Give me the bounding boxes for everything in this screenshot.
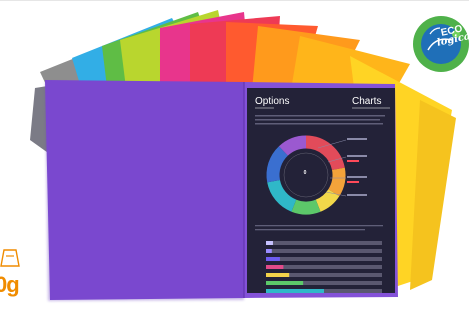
brochure-page xyxy=(247,88,395,293)
bar-fill-6 xyxy=(266,281,304,285)
bar-fill-5 xyxy=(266,273,290,277)
product-photo xyxy=(0,10,469,301)
bar-track-2 xyxy=(266,249,382,253)
top-border xyxy=(0,0,469,1)
folder-left-flap xyxy=(45,80,244,300)
bar-fill-4 xyxy=(266,265,284,269)
bar-fill-2 xyxy=(266,249,272,253)
brochure-options-heading: Options xyxy=(255,96,290,107)
bar-track-1 xyxy=(266,241,382,245)
bar-fill-1 xyxy=(266,241,273,245)
bar-track-3 xyxy=(266,257,382,261)
brochure-charts-heading: Charts xyxy=(352,96,382,107)
bar-fill-7 xyxy=(266,289,324,293)
donut-segment-4 xyxy=(291,199,321,215)
brochure xyxy=(247,88,395,293)
donut-center-value: 0 xyxy=(303,170,307,176)
paper-weight-label: 0g xyxy=(0,272,20,297)
weight-icon xyxy=(0,249,20,267)
bar-fill-3 xyxy=(266,257,280,261)
donut-segment-2 xyxy=(328,167,346,197)
